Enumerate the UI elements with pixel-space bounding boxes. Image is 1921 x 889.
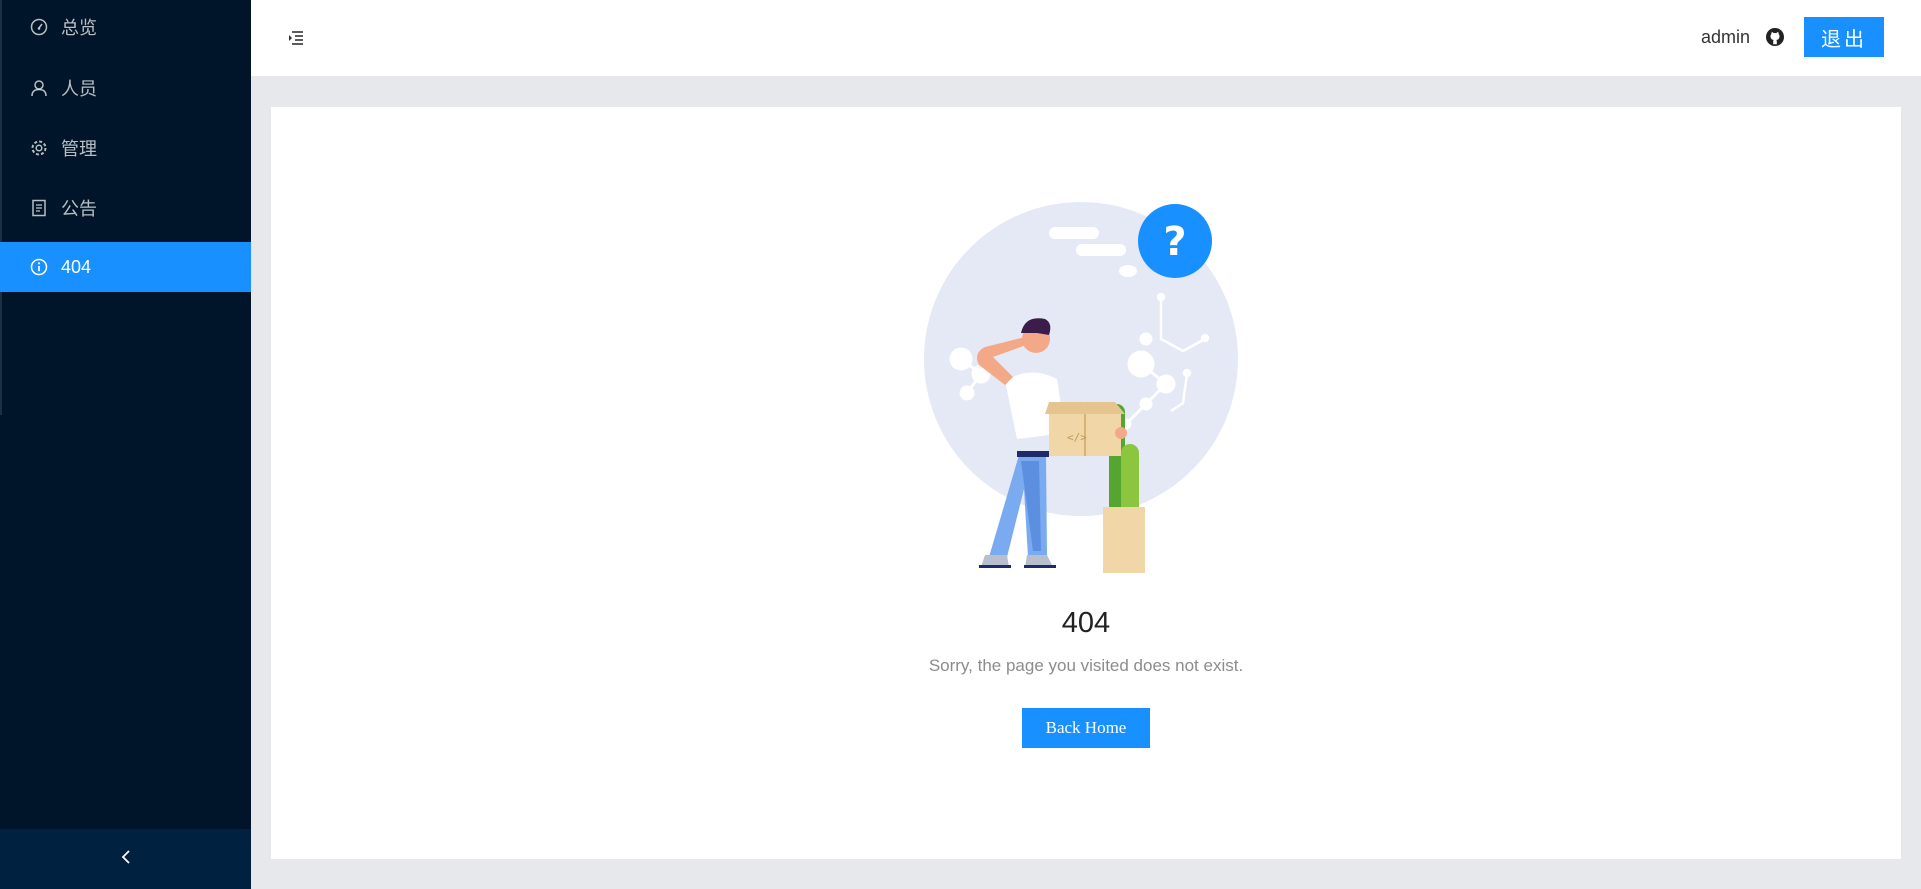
sidebar-item-people[interactable]: 人员	[0, 63, 251, 113]
sidebar-item-overview[interactable]: 总览	[0, 2, 251, 52]
gear-icon	[30, 139, 48, 157]
info-icon	[30, 258, 48, 276]
menu-fold-icon	[286, 31, 306, 52]
404-illustration: ? </>	[921, 189, 1261, 579]
header: admin 退出	[251, 0, 1921, 76]
github-icon[interactable]	[1764, 26, 1786, 48]
content-card: ? </> 404 Sorry, the page you visited do…	[271, 107, 1901, 859]
username: admin	[1700, 26, 1750, 47]
sidebar-item-notice[interactable]: 公告	[0, 183, 251, 233]
result-subtitle: Sorry, the page you visited does not exi…	[928, 656, 1244, 675]
sidebar-item-label: 公告	[61, 199, 97, 219]
menu-fold-button[interactable]	[286, 28, 306, 48]
sidebar-item-label: 人员	[61, 79, 97, 99]
svg-text:?: ?	[1163, 219, 1186, 265]
sidebar-item-label: 404	[61, 256, 92, 277]
header-actions: admin 退出	[1701, 17, 1884, 57]
sidebar-collapse-button[interactable]	[0, 829, 251, 889]
chevron-left-icon	[119, 849, 133, 870]
svg-text:</>: </>	[1067, 431, 1087, 444]
user-icon	[30, 79, 48, 97]
sidebar-item-label: 总览	[61, 18, 97, 38]
sidebar-item-management[interactable]: 管理	[0, 123, 251, 173]
dashboard-icon	[30, 18, 48, 36]
logout-button[interactable]: 退出	[1804, 17, 1884, 57]
result-title: 404	[1061, 607, 1111, 639]
back-home-button[interactable]: Back Home	[1022, 708, 1150, 748]
sidebar: 总览 人员 管理 公告 404	[0, 0, 251, 889]
sidebar-item-404[interactable]: 404	[0, 242, 251, 292]
sidebar-item-label: 管理	[61, 139, 97, 159]
document-icon	[30, 199, 48, 217]
